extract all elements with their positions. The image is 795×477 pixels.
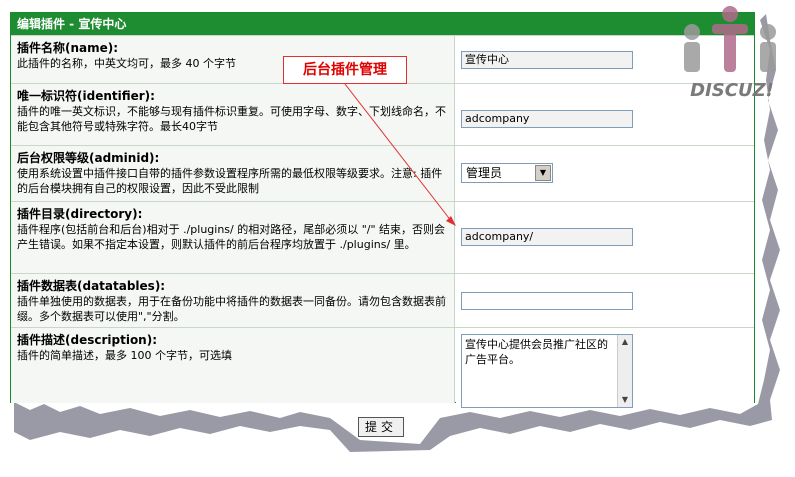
name-input[interactable]: 宣传中心 <box>461 51 633 69</box>
field-row-identifier: 唯一标识符(identifier): 插件的唯一英文标识，不能够与现有插件标识重… <box>11 83 754 146</box>
textarea-scrollbar[interactable]: ▲ ▼ <box>617 335 632 407</box>
admin-callout-label: 后台插件管理 <box>283 56 407 84</box>
field-desc-identifier: 插件的唯一英文标识，不能够与现有插件标识重复。可使用字母、数字、下划线命名，不能… <box>17 105 446 133</box>
field-row-directory: 插件目录(directory): 插件程序(包括前台和后台)相对于 ./plug… <box>11 201 754 274</box>
adminid-selected-value: 管理员 <box>466 166 503 180</box>
field-label-identifier: 唯一标识符(identifier): <box>17 89 155 103</box>
field-label-name: 插件名称(name): <box>17 41 119 55</box>
datatables-input[interactable] <box>461 292 633 310</box>
field-row-datatables: 插件数据表(datatables): 插件单独使用的数据表，用于在备份功能中将插… <box>11 273 754 328</box>
field-desc-adminid: 使用系统设置中插件接口自带的插件参数设置程序所需的最低权限等级要求。注意: 插件… <box>17 167 443 195</box>
field-desc-datatables: 插件单独使用的数据表，用于在备份功能中将插件的数据表一同备份。请勿包含数据表前缀… <box>17 295 446 323</box>
identifier-input[interactable]: adcompany <box>461 110 633 128</box>
submit-button[interactable]: 提交 <box>358 417 404 437</box>
field-desc-directory: 插件程序(包括前台和后台)相对于 ./plugins/ 的相对路径，尾部必须以 … <box>17 223 446 251</box>
field-row-description: 插件描述(description): 插件的简单描述，最多 100 个字节，可选… <box>11 327 754 408</box>
field-label-datatables: 插件数据表(datatables): <box>17 279 166 293</box>
panel-title: 编辑插件 - 宣传中心 <box>11 13 754 35</box>
scroll-up-icon[interactable]: ▲ <box>618 335 632 349</box>
field-desc-description: 插件的简单描述，最多 100 个字节，可选填 <box>17 349 232 362</box>
description-textarea[interactable]: 宣传中心提供会员推广社区的广告平台。 ▲ ▼ <box>461 334 633 408</box>
directory-input[interactable]: adcompany/ <box>461 228 633 246</box>
field-label-adminid: 后台权限等级(adminid): <box>17 151 160 165</box>
field-label-description: 插件描述(description): <box>17 333 158 347</box>
chevron-down-icon[interactable]: ▼ <box>535 165 551 181</box>
field-row-adminid: 后台权限等级(adminid): 使用系统设置中插件接口自带的插件参数设置程序所… <box>11 145 754 202</box>
adminid-select[interactable]: 管理员 ▼ <box>461 163 553 183</box>
description-text: 宣传中心提供会员推广社区的广告平台。 <box>465 338 608 366</box>
scroll-down-icon[interactable]: ▼ <box>618 393 632 407</box>
field-label-directory: 插件目录(directory): <box>17 207 143 221</box>
logo-text: DISCUZ! <box>690 80 774 101</box>
discuz-people-logo: DISCUZ! <box>684 6 776 101</box>
